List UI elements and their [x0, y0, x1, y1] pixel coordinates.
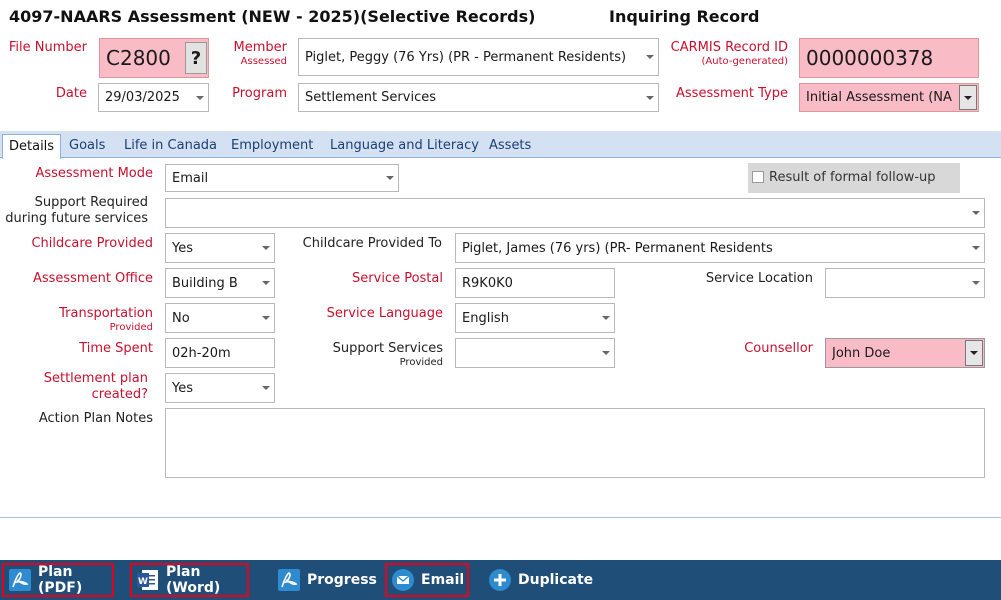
support-services-label: Support Services Provided: [290, 341, 443, 369]
tab-employment[interactable]: Employment: [225, 134, 319, 158]
formal-followup-checkbox[interactable]: [752, 171, 764, 183]
member-sublabel: Assessed: [240, 56, 287, 67]
childcare-provided-to-select[interactable]: Piglet, James (76 yrs) (PR- Permanent Re…: [455, 233, 985, 263]
member-label: Member Assessed: [205, 40, 287, 68]
help-icon: ?: [190, 47, 202, 69]
tab-assets[interactable]: Assets: [483, 134, 537, 158]
chevron-down-icon: [258, 304, 274, 332]
assessment-office-label: Assessment Office: [32, 271, 153, 286]
service-postal-input[interactable]: R9K0K0: [455, 268, 615, 298]
childcare-provided-select[interactable]: Yes: [165, 233, 275, 263]
time-spent-input[interactable]: 02h-20m: [165, 338, 275, 368]
service-postal-label: Service Postal: [352, 271, 443, 286]
assessment-type-select[interactable]: Initial Assessment (NA: [799, 83, 979, 112]
footer-toolbar: Plan (PDF) W Plan (Word) Progress Email …: [0, 560, 1001, 600]
chevron-down-icon: [968, 234, 984, 262]
email-icon: [391, 568, 415, 592]
duplicate-button[interactable]: Duplicate: [484, 563, 594, 597]
counsellor-label: Counsellor: [744, 341, 813, 356]
service-language-select[interactable]: English: [455, 303, 615, 333]
formal-followup-label: Result of formal follow-up: [769, 170, 936, 185]
assessment-type-label: Assessment Type: [676, 86, 788, 101]
member-select[interactable]: Piglet, Peggy (76 Yrs) (PR - Permanent R…: [298, 38, 659, 76]
service-location-label: Service Location: [705, 271, 813, 286]
svg-text:W: W: [138, 577, 148, 587]
email-button[interactable]: Email: [385, 563, 469, 597]
tab-life-in-canada[interactable]: Life in Canada: [118, 134, 223, 158]
assessment-mode-select[interactable]: Email: [165, 164, 399, 192]
settlement-plan-select[interactable]: Yes: [165, 373, 275, 403]
support-required-label: Support Required during future services: [5, 195, 148, 226]
transportation-sublabel: Provided: [109, 322, 153, 333]
plan-pdf-button[interactable]: Plan (PDF): [2, 563, 114, 597]
support-services-sublabel: Provided: [399, 357, 443, 368]
plus-circle-icon: [488, 568, 512, 592]
form-title: 4097-NAARS Assessment (NEW - 2025)(Selec…: [9, 7, 536, 26]
date-picker[interactable]: 29/03/2025: [98, 83, 209, 112]
action-plan-notes-textarea[interactable]: [165, 408, 985, 478]
progress-button[interactable]: Progress: [273, 563, 377, 597]
tab-goals[interactable]: Goals: [63, 134, 111, 158]
carmis-record-id-field[interactable]: 0000000378: [799, 38, 979, 78]
chevron-down-icon: [258, 234, 274, 262]
pdf-icon: [277, 568, 301, 592]
chevron-down-icon: [598, 304, 614, 332]
pdf-icon: [8, 568, 32, 592]
assessment-mode-label: Assessment Mode: [35, 166, 153, 181]
chevron-down-icon: [598, 339, 614, 367]
chevron-down-icon: [258, 374, 274, 402]
support-required-select[interactable]: [165, 198, 985, 228]
file-number-help-button[interactable]: ?: [185, 42, 207, 74]
program-label: Program: [232, 86, 287, 101]
date-label: Date: [55, 86, 87, 101]
action-plan-notes-label: Action Plan Notes: [38, 411, 153, 426]
childcare-provided-label: Childcare Provided: [31, 236, 153, 251]
chevron-down-icon[interactable]: [959, 85, 977, 110]
time-spent-label: Time Spent: [79, 341, 153, 356]
counsellor-select[interactable]: John Doe: [825, 338, 985, 368]
tab-language-and-literacy[interactable]: Language and Literacy: [324, 134, 485, 158]
chevron-down-icon: [968, 199, 984, 227]
service-location-select[interactable]: [825, 268, 985, 298]
assessment-office-select[interactable]: Building B: [165, 268, 275, 298]
chevron-down-icon: [382, 165, 398, 191]
childcare-provided-to-label: Childcare Provided To: [302, 236, 442, 251]
settlement-plan-label: Settlement plan created?: [43, 371, 148, 402]
program-select[interactable]: Settlement Services: [298, 83, 659, 112]
carmis-sublabel: (Auto-generated): [701, 56, 788, 67]
chevron-down-icon[interactable]: [965, 340, 983, 366]
service-language-label: Service Language: [326, 306, 443, 321]
chevron-down-icon: [968, 269, 984, 297]
support-services-select[interactable]: [455, 338, 615, 368]
record-mode: Inquiring Record: [609, 7, 760, 26]
transportation-label: Transportation Provided: [5, 306, 153, 334]
file-number-label: File Number: [8, 40, 87, 55]
content-divider: [0, 517, 1001, 518]
tab-bar: Details Goals Life in Canada Employment …: [0, 131, 1001, 159]
transportation-select[interactable]: No: [165, 303, 275, 333]
plan-word-button[interactable]: W Plan (Word): [130, 563, 249, 597]
carmis-label: CARMIS Record ID (Auto-generated): [640, 40, 788, 68]
chevron-down-icon: [258, 269, 274, 297]
word-icon: W: [136, 568, 160, 592]
tab-details[interactable]: Details: [2, 134, 62, 159]
